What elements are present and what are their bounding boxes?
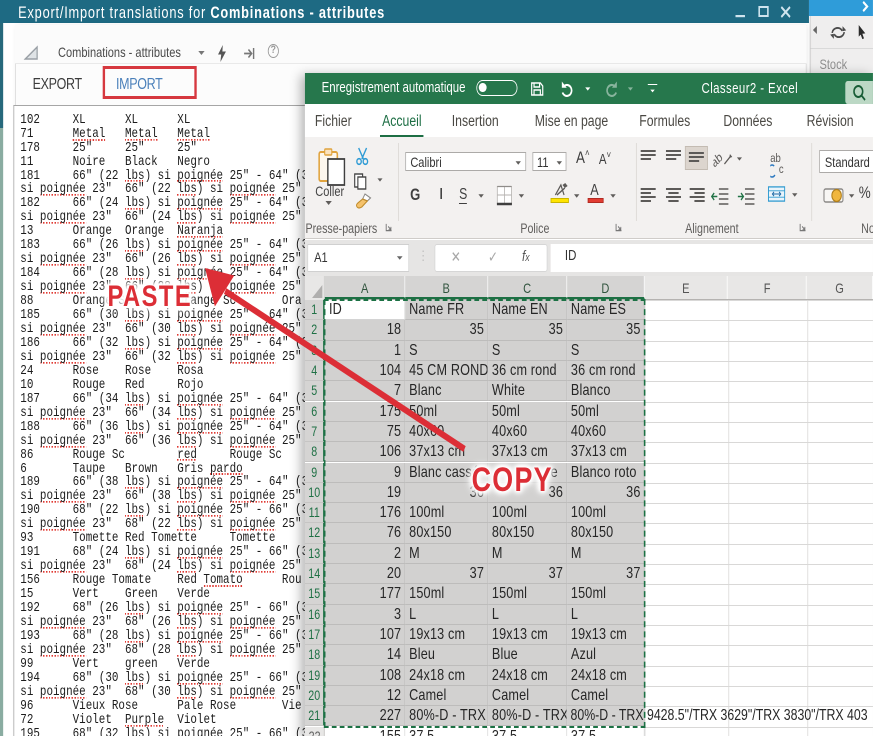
svg-text:ab: ab (713, 150, 725, 168)
svg-text:c: c (779, 163, 784, 176)
